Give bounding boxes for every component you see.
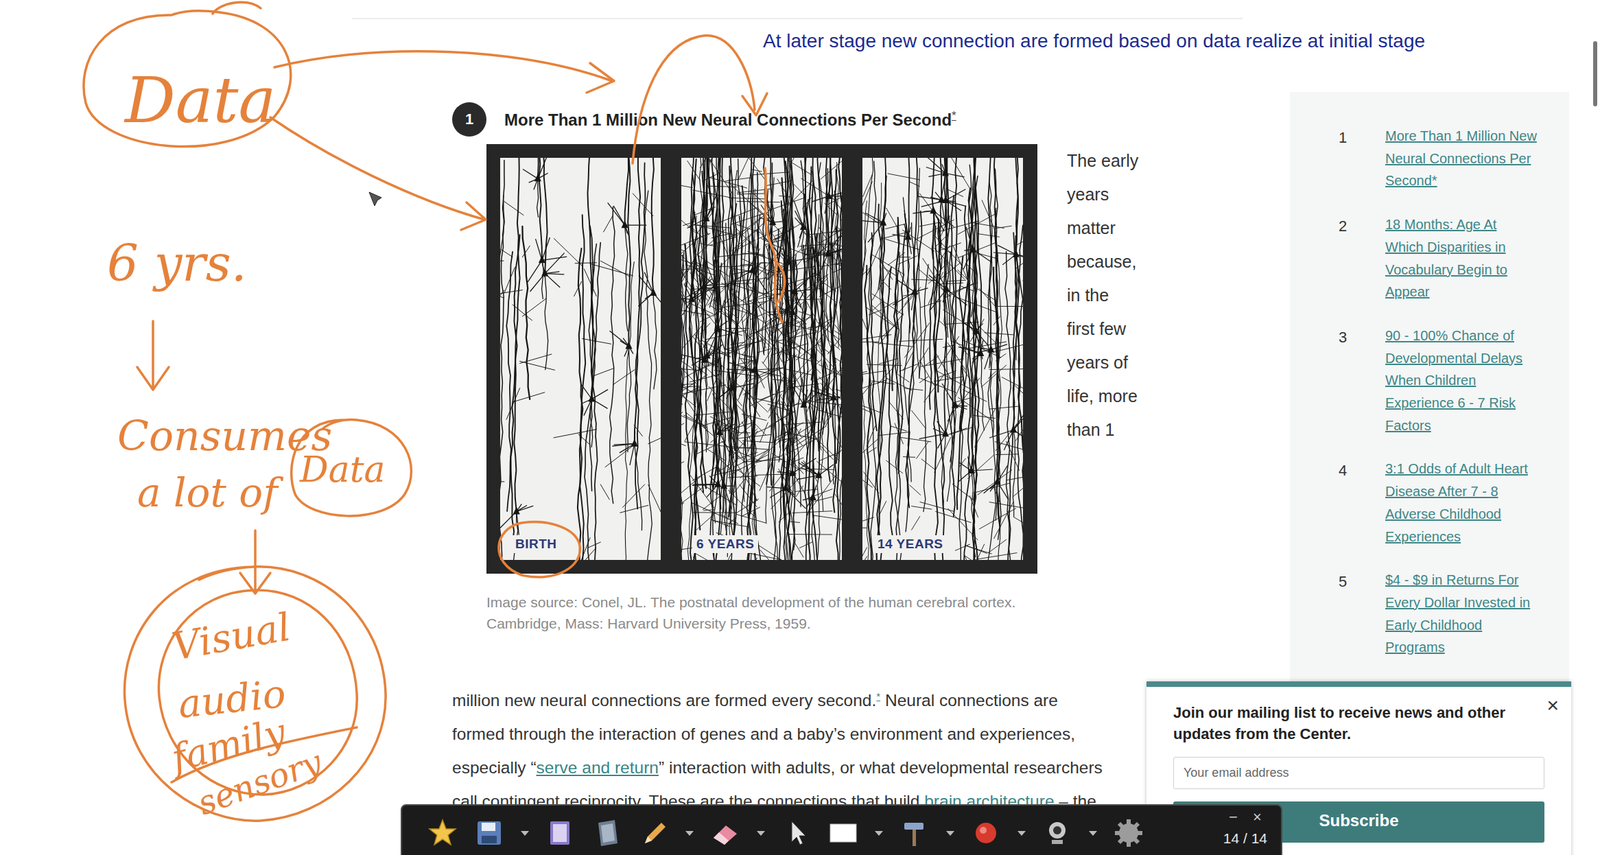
email-field[interactable] <box>1173 756 1545 790</box>
panel-label: 14 YEARS <box>873 535 948 554</box>
pointer-icon[interactable] <box>780 817 813 849</box>
dropdown-arrow-icon[interactable] <box>684 817 695 849</box>
close-button[interactable]: × <box>1252 808 1262 827</box>
paragraph-text: ” interaction with adults, or what devel… <box>658 758 1103 777</box>
section-title: More Than 1 Million New Neural Connectio… <box>504 109 957 130</box>
handwritten-note: a lot of <box>137 469 285 516</box>
handwritten-note: audio <box>176 671 289 727</box>
intro-line: first few <box>1066 312 1139 346</box>
dropdown-arrow-icon[interactable] <box>520 817 530 849</box>
close-button[interactable]: × <box>1546 695 1559 716</box>
scrollbar-thumb[interactable] <box>1593 41 1598 107</box>
annotation-toolbar: −× 14 / 14 <box>400 804 1283 855</box>
pen-cursor-icon <box>367 190 386 209</box>
toc-link[interactable]: $4 - $9 in Returns For Every Dollar Inve… <box>1385 568 1538 659</box>
toc-link[interactable]: 3:1 Odds of Adult Heart Disease After 7 … <box>1385 457 1538 548</box>
intro-line: matter <box>1066 211 1139 245</box>
minimize-button[interactable]: − <box>1228 808 1238 827</box>
toc-item: 2 18 Months: Age At Which Disparities in … <box>1332 213 1556 304</box>
intro-line: because, <box>1066 244 1139 279</box>
dropdown-arrow-icon[interactable] <box>1088 817 1098 849</box>
heading-text: More Than 1 Million New Neural Connectio… <box>504 110 952 129</box>
figure-panel: 14 YEARS <box>862 157 1023 560</box>
handwritten-note: 6 yrs. <box>107 234 247 293</box>
neurons-drawing <box>681 157 842 560</box>
top-divider <box>351 17 1243 20</box>
neurons-drawing <box>500 157 661 560</box>
figure-panel: 6 YEARS <box>681 157 842 560</box>
hammer-icon[interactable] <box>898 817 931 849</box>
paragraph-text: formed through the interaction of genes … <box>452 724 1076 744</box>
record-icon[interactable] <box>970 817 1002 849</box>
figure-row: BIRTH 6 YEARS 14 YEARS The earlyyearsmatter… <box>486 144 1269 574</box>
toc-number: 5 <box>1332 568 1354 591</box>
intro-text: The earlyyearsmatterbecause,in thefirst … <box>1066 144 1139 574</box>
popup-title: Join our mailing list to receive news an… <box>1173 701 1545 745</box>
neurons-drawing <box>862 157 1023 560</box>
toc-number: 4 <box>1332 457 1354 480</box>
panel-label: BIRTH <box>511 535 562 554</box>
intro-line: The early <box>1066 144 1139 178</box>
dropdown-arrow-icon[interactable] <box>1016 817 1027 849</box>
figure-caption: Image source: Conel, JL. The postnatal d… <box>486 591 1022 634</box>
toc-number: 2 <box>1332 213 1354 236</box>
paragraph-text: million new neural connections are forme… <box>452 690 877 710</box>
intro-line: years <box>1066 177 1139 212</box>
neuron-figure: BIRTH 6 YEARS 14 YEARS <box>486 144 1038 574</box>
page-counter: 14 / 14 <box>1223 830 1268 847</box>
save-icon[interactable] <box>473 817 505 849</box>
intro-line: life, more <box>1066 379 1139 414</box>
handwritten-note: family <box>164 709 291 781</box>
toolbar-window-buttons: −× <box>1228 808 1262 827</box>
section-number-badge: 1 <box>452 102 487 137</box>
intro-line: years of <box>1066 345 1139 380</box>
paragraph-text: Neural connections are <box>880 690 1058 710</box>
pen-icon[interactable] <box>638 817 670 849</box>
gear-icon[interactable] <box>1112 817 1145 849</box>
toc-number: 1 <box>1332 124 1354 147</box>
inline-link[interactable]: serve and return <box>536 758 659 777</box>
paper-icon[interactable] <box>591 817 623 849</box>
toc-link[interactable]: More Than 1 Million New Neural Connectio… <box>1385 124 1538 193</box>
notebook-icon[interactable] <box>544 817 577 849</box>
footnote-link[interactable]: * <box>876 690 881 702</box>
toolbar-status: −× 14 / 14 <box>1223 808 1268 847</box>
dropdown-arrow-icon[interactable] <box>756 817 766 849</box>
handwritten-note: Visual <box>168 604 294 669</box>
dropdown-arrow-icon[interactable] <box>945 817 956 849</box>
star-icon[interactable] <box>426 817 459 849</box>
color-swatch-icon[interactable] <box>827 817 860 849</box>
typed-annotation: At later stage new connection are formed… <box>762 30 1426 53</box>
toc-number: 3 <box>1332 324 1354 347</box>
toc-link[interactable]: 18 Months: Age At Which Disparities in V… <box>1385 213 1538 304</box>
panel-label: 6 YEARS <box>692 535 759 554</box>
footnote-link[interactable]: * <box>951 109 957 123</box>
handwritten-note: Data <box>123 63 276 138</box>
paragraph-text: especially “ <box>452 758 537 777</box>
handwritten-note: Consumes <box>117 411 333 460</box>
handwritten-note: Data <box>299 448 386 490</box>
section-heading: 1 More Than 1 Million New Neural Connecti… <box>452 102 1269 137</box>
figure-panel: BIRTH <box>500 157 661 560</box>
toc-link[interactable]: 90 - 100% Chance of Developmental Delays… <box>1385 324 1538 438</box>
intro-line: in the <box>1066 278 1139 313</box>
ink-annotations: Data 6 yrs. Consumes a lot of Data Visualaudi… <box>0 0 1600 855</box>
footnote-marker: * <box>876 690 881 702</box>
webcam-icon[interactable] <box>1041 817 1074 849</box>
toc-item: 3 90 - 100% Chance of Developmental Delay… <box>1332 324 1556 438</box>
toc-item: 5 $4 - $9 in Returns For Every Dollar Inv… <box>1332 568 1556 659</box>
toc-item: 4 3:1 Odds of Adult Heart Disease After 7… <box>1332 457 1556 548</box>
toc-item: 1 More Than 1 Million New Neural Connecti… <box>1332 124 1556 193</box>
intro-line: than 1 <box>1066 413 1139 447</box>
eraser-icon[interactable] <box>709 817 741 849</box>
dropdown-arrow-icon[interactable] <box>874 817 884 849</box>
handwritten-note: sensory <box>192 741 328 822</box>
